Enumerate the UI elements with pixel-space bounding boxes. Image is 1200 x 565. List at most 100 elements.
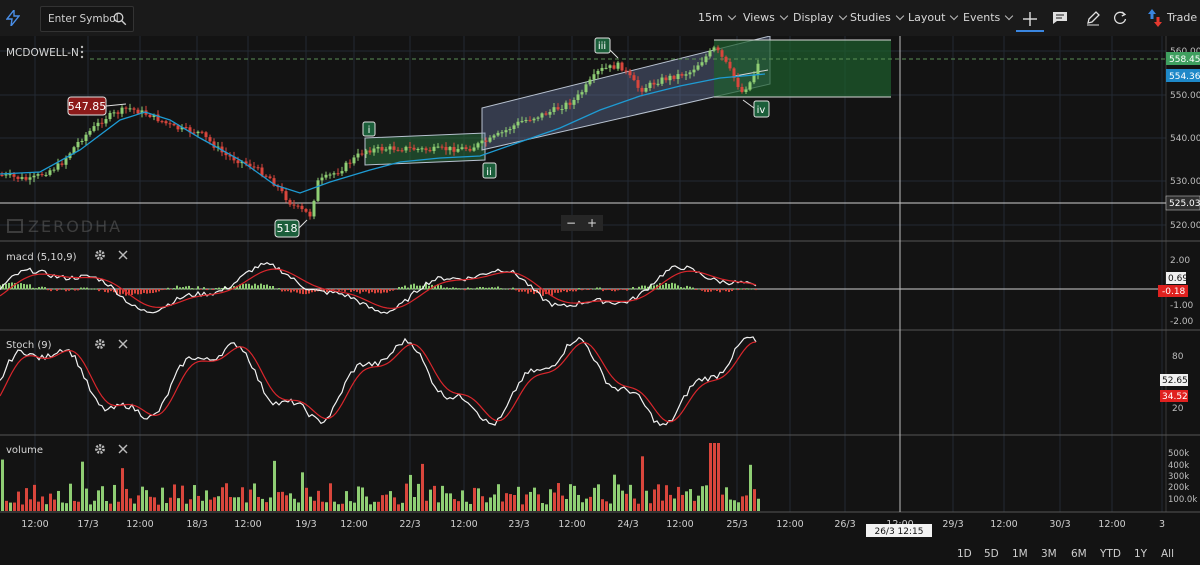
candle-body xyxy=(704,56,708,63)
time-axis-label: 19/3 xyxy=(295,519,316,530)
macd-histogram-bar xyxy=(158,289,160,292)
candle-body xyxy=(744,89,748,93)
interval-menu[interactable]: 15m xyxy=(698,11,736,24)
volume-bar xyxy=(193,485,196,511)
zoom-out-button[interactable]: − xyxy=(566,216,576,230)
candle-body xyxy=(748,82,752,90)
range-1m[interactable]: 1M xyxy=(1012,548,1028,560)
range-1y[interactable]: 1Y xyxy=(1134,548,1147,560)
chart-area[interactable]: ZERODHA 547.85 518 i ii iii iv MCDOWELL-… xyxy=(0,36,1200,540)
reset-icon[interactable] xyxy=(1112,10,1128,26)
wave-ii-label[interactable]: ii xyxy=(482,162,497,179)
candle-body xyxy=(356,153,360,158)
volume-bar xyxy=(457,501,460,511)
wave-i-label[interactable]: i xyxy=(362,121,376,137)
volume-bar xyxy=(433,485,436,511)
macd-histogram-bar xyxy=(494,287,496,290)
search-icon[interactable] xyxy=(113,12,127,26)
range-6m[interactable]: 6M xyxy=(1071,548,1087,560)
price-axis-label: 550.00 xyxy=(1170,91,1200,101)
volume-bar xyxy=(241,487,244,511)
display-menu[interactable]: Display xyxy=(793,11,847,24)
volume-bar xyxy=(665,485,668,511)
range-1d[interactable]: 1D xyxy=(957,548,972,560)
volume-bar xyxy=(465,501,468,511)
candle-body xyxy=(508,129,512,131)
trade-arrows-icon[interactable] xyxy=(1148,9,1162,27)
macd-histogram-bar xyxy=(20,283,22,290)
candle-body xyxy=(552,107,556,112)
volume-bar xyxy=(565,499,568,511)
volume-bar xyxy=(629,484,632,511)
volume-bar xyxy=(725,487,728,511)
candle-body xyxy=(636,80,640,88)
macd-histogram-bar xyxy=(56,289,58,291)
macd-histogram-bar xyxy=(143,289,145,293)
candle-body xyxy=(496,132,500,136)
time-axis-label: 25/3 xyxy=(726,519,747,530)
macd-histogram-bar xyxy=(5,283,7,290)
watermark-text: ZERODHA xyxy=(28,217,122,236)
macd-histogram-bar xyxy=(23,283,25,290)
candle-body xyxy=(292,204,296,206)
volume-bar xyxy=(133,503,136,511)
volume-bar xyxy=(621,490,624,511)
draw-pencil-icon[interactable] xyxy=(1085,10,1101,26)
views-menu[interactable]: Views xyxy=(743,11,789,24)
volume-bar xyxy=(261,498,264,511)
volume-bar xyxy=(105,501,108,511)
volume-bar xyxy=(513,494,516,511)
macd-histogram-bar xyxy=(401,286,403,290)
candle-body xyxy=(4,174,8,176)
macd-histogram-bar xyxy=(482,287,484,290)
macd-histogram-bar xyxy=(530,289,532,293)
candle-body xyxy=(32,175,36,178)
macd-histogram-bar xyxy=(671,282,673,290)
volume-bar xyxy=(753,489,756,511)
candle-body xyxy=(752,74,756,83)
macd-histogram-bar xyxy=(71,288,73,290)
candle-body xyxy=(664,77,668,81)
time-axis-label: 23/3 xyxy=(508,519,529,530)
candle-body xyxy=(572,99,576,105)
layout-menu[interactable]: Layout xyxy=(908,11,959,24)
crosshair-icon[interactable] xyxy=(1016,8,1044,32)
range-all[interactable]: All xyxy=(1161,548,1174,560)
events-menu[interactable]: Events xyxy=(963,11,1014,24)
range-5d[interactable]: 5D xyxy=(984,548,999,560)
volume-bar xyxy=(361,487,364,511)
svg-text:0.69: 0.69 xyxy=(1168,274,1188,284)
macd-histogram-bar xyxy=(377,289,379,293)
symbol-label[interactable]: MCDOWELL-N xyxy=(6,47,79,59)
studies-menu[interactable]: Studies xyxy=(850,11,905,24)
level-price-badge: 525.03 xyxy=(1165,195,1200,211)
stoch-axis-label: 80 xyxy=(1172,352,1184,362)
volume-bar xyxy=(257,496,260,511)
volume-bar xyxy=(173,484,176,511)
lightning-logo-icon[interactable] xyxy=(6,10,20,26)
time-axis-label: 12:00 xyxy=(990,519,1017,530)
trade-button[interactable]: Trade xyxy=(1167,11,1197,24)
candle-body xyxy=(12,174,16,177)
symbol-search[interactable]: Enter Symbol xyxy=(40,6,134,32)
candle-body xyxy=(320,177,324,181)
volume-bar xyxy=(741,496,744,511)
candle-body xyxy=(52,169,56,171)
range-3m[interactable]: 3M xyxy=(1041,548,1057,560)
candle-body xyxy=(268,176,272,179)
candle-body xyxy=(172,123,176,126)
candle-body xyxy=(560,109,564,111)
candle-body xyxy=(340,171,344,174)
volume-bar xyxy=(405,483,408,511)
volume-bar xyxy=(453,499,456,511)
comment-icon[interactable] xyxy=(1052,11,1068,25)
candle-body xyxy=(584,84,588,93)
candle-body xyxy=(620,62,624,71)
range-ytd[interactable]: YTD xyxy=(1100,548,1121,560)
volume-bar xyxy=(737,502,740,511)
search-input[interactable]: Enter Symbol xyxy=(48,13,119,25)
volume-bar xyxy=(561,495,564,511)
symbol-options-icon[interactable] xyxy=(80,45,84,59)
volume-bar xyxy=(61,502,64,511)
zoom-in-button[interactable]: + xyxy=(587,216,597,230)
